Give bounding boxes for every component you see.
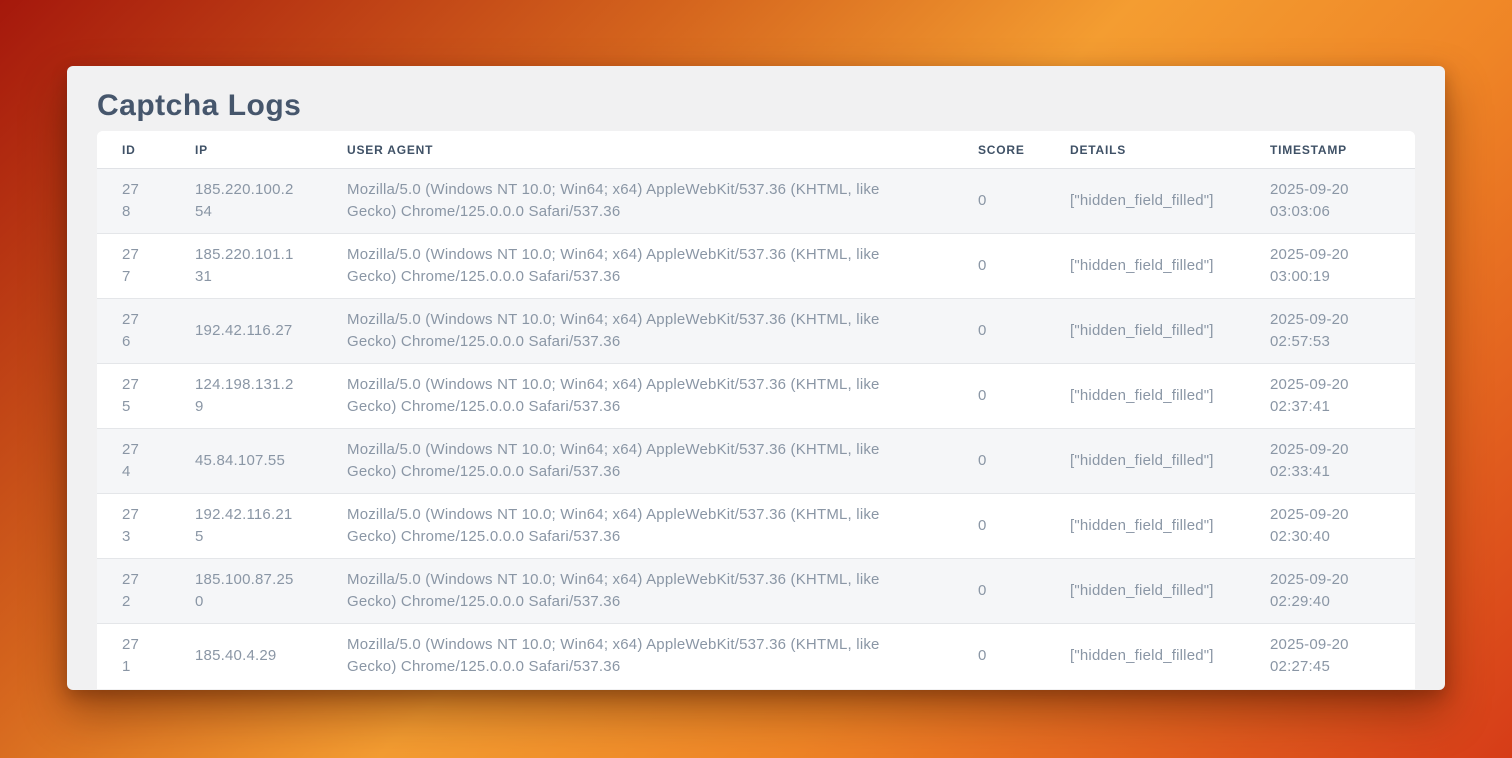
cell-id: 273: [97, 494, 170, 559]
cell-score: 0: [953, 429, 1045, 494]
table-row: 275 124.198.131.29 Mozilla/5.0 (Windows …: [97, 364, 1415, 429]
column-header-details: DETAILS: [1045, 131, 1245, 169]
cell-timestamp: 2025-09-20 02:33:41: [1245, 429, 1415, 494]
cell-id: 278: [97, 169, 170, 234]
cell-timestamp: 2025-09-20 02:30:40: [1245, 494, 1415, 559]
table-row: 273 192.42.116.215 Mozilla/5.0 (Windows …: [97, 494, 1415, 559]
cell-score: 0: [953, 494, 1045, 559]
cell-user-agent: Mozilla/5.0 (Windows NT 10.0; Win64; x64…: [322, 429, 953, 494]
cell-user-agent: Mozilla/5.0 (Windows NT 10.0; Win64; x64…: [322, 364, 953, 429]
cell-ip: 45.84.107.55: [170, 429, 322, 494]
cell-details: ["hidden_field_filled"]: [1045, 299, 1245, 364]
table-row: 271 185.40.4.29 Mozilla/5.0 (Windows NT …: [97, 624, 1415, 689]
table-row: 276 192.42.116.27 Mozilla/5.0 (Windows N…: [97, 299, 1415, 364]
cell-details: ["hidden_field_filled"]: [1045, 429, 1245, 494]
cell-id: 272: [97, 559, 170, 624]
captcha-logs-card: Captcha Logs ID IP USER AGENT SCORE DETA…: [67, 66, 1445, 690]
cell-user-agent: Mozilla/5.0 (Windows NT 10.0; Win64; x64…: [322, 169, 953, 234]
cell-user-agent: Mozilla/5.0 (Windows NT 10.0; Win64; x64…: [322, 299, 953, 364]
cell-user-agent: Mozilla/5.0 (Windows NT 10.0; Win64; x64…: [322, 494, 953, 559]
cell-details: ["hidden_field_filled"]: [1045, 559, 1245, 624]
table-header-row: ID IP USER AGENT SCORE DETAILS TIMESTAMP: [97, 131, 1415, 169]
cell-id: 271: [97, 624, 170, 689]
cell-timestamp: 2025-09-20 02:37:41: [1245, 364, 1415, 429]
table-header: ID IP USER AGENT SCORE DETAILS TIMESTAMP: [97, 131, 1415, 169]
cell-score: 0: [953, 624, 1045, 689]
cell-score: 0: [953, 169, 1045, 234]
cell-details: ["hidden_field_filled"]: [1045, 624, 1245, 689]
column-header-user-agent: USER AGENT: [322, 131, 953, 169]
cell-ip: 192.42.116.215: [170, 494, 322, 559]
cell-ip: 185.220.101.131: [170, 234, 322, 299]
cell-details: ["hidden_field_filled"]: [1045, 234, 1245, 299]
cell-ip: 185.220.100.254: [170, 169, 322, 234]
column-header-timestamp: TIMESTAMP: [1245, 131, 1415, 169]
cell-timestamp: 2025-09-20 03:03:06: [1245, 169, 1415, 234]
cell-user-agent: Mozilla/5.0 (Windows NT 10.0; Win64; x64…: [322, 624, 953, 689]
cell-timestamp: 2025-09-20 02:57:53: [1245, 299, 1415, 364]
logs-table: ID IP USER AGENT SCORE DETAILS TIMESTAMP…: [97, 131, 1415, 689]
cell-id: 275: [97, 364, 170, 429]
cell-timestamp: 2025-09-20 03:00:19: [1245, 234, 1415, 299]
logs-table-container: ID IP USER AGENT SCORE DETAILS TIMESTAMP…: [97, 131, 1415, 689]
cell-timestamp: 2025-09-20 02:29:40: [1245, 559, 1415, 624]
page-background: { "page": { "title": "Captcha Logs" }, "…: [0, 0, 1512, 758]
cell-id: 274: [97, 429, 170, 494]
cell-score: 0: [953, 364, 1045, 429]
cell-ip: 124.198.131.29: [170, 364, 322, 429]
table-row: 272 185.100.87.250 Mozilla/5.0 (Windows …: [97, 559, 1415, 624]
page-title: Captcha Logs: [97, 82, 1415, 131]
cell-user-agent: Mozilla/5.0 (Windows NT 10.0; Win64; x64…: [322, 559, 953, 624]
table-row: 277 185.220.101.131 Mozilla/5.0 (Windows…: [97, 234, 1415, 299]
cell-user-agent: Mozilla/5.0 (Windows NT 10.0; Win64; x64…: [322, 234, 953, 299]
cell-score: 0: [953, 234, 1045, 299]
column-header-id: ID: [97, 131, 170, 169]
column-header-score: SCORE: [953, 131, 1045, 169]
cell-id: 276: [97, 299, 170, 364]
cell-score: 0: [953, 559, 1045, 624]
table-row: 274 45.84.107.55 Mozilla/5.0 (Windows NT…: [97, 429, 1415, 494]
cell-ip: 185.40.4.29: [170, 624, 322, 689]
table-row: 278 185.220.100.254 Mozilla/5.0 (Windows…: [97, 169, 1415, 234]
table-body: 278 185.220.100.254 Mozilla/5.0 (Windows…: [97, 169, 1415, 689]
cell-timestamp: 2025-09-20 02:27:45: [1245, 624, 1415, 689]
cell-ip: 185.100.87.250: [170, 559, 322, 624]
cell-details: ["hidden_field_filled"]: [1045, 494, 1245, 559]
column-header-ip: IP: [170, 131, 322, 169]
cell-id: 277: [97, 234, 170, 299]
cell-details: ["hidden_field_filled"]: [1045, 364, 1245, 429]
cell-score: 0: [953, 299, 1045, 364]
cell-ip: 192.42.116.27: [170, 299, 322, 364]
cell-details: ["hidden_field_filled"]: [1045, 169, 1245, 234]
